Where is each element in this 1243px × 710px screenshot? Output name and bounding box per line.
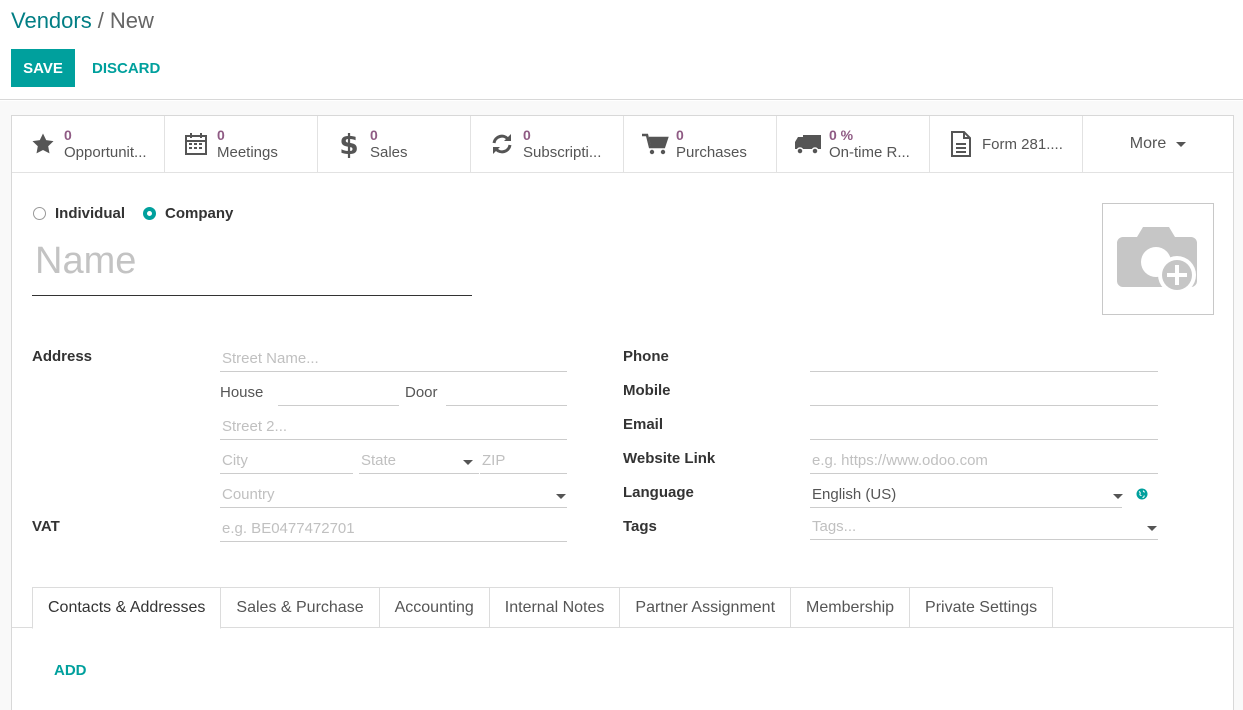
image-upload[interactable]	[1102, 203, 1214, 315]
city-input[interactable]: City	[220, 448, 353, 474]
sales-stat-button[interactable]: $ 0 Sales	[318, 116, 471, 172]
vat-label: VAT	[32, 518, 60, 535]
country-select[interactable]: Country	[220, 482, 567, 508]
more-dropdown-button[interactable]: More	[1083, 116, 1233, 172]
caret-down-icon	[1176, 141, 1187, 147]
stat-label: Purchases	[676, 144, 747, 161]
calendar-icon	[181, 131, 211, 157]
control-panel: Vendors / New SAVE DISCARD	[0, 0, 1243, 100]
stat-value: 0	[64, 127, 72, 143]
discard-button[interactable]: DISCARD	[84, 49, 168, 87]
meetings-stat-button[interactable]: 0 Meetings	[165, 116, 318, 172]
form-sheet: 0 Opportunit... 0 Meetings $ 0 Sales 0 S…	[11, 115, 1234, 710]
tags-label: Tags	[623, 518, 657, 535]
phone-label: Phone	[623, 348, 669, 365]
tab-internal-notes[interactable]: Internal Notes	[489, 587, 621, 628]
truck-icon	[793, 131, 823, 157]
dollar-icon: $	[334, 130, 364, 158]
door-label: Door	[405, 384, 438, 401]
company-type-selector: Individual Company	[33, 205, 251, 222]
email-label: Email	[623, 416, 664, 433]
mobile-label: Mobile	[623, 382, 671, 399]
language-label: Language	[623, 484, 694, 501]
on-time-rate-stat-button[interactable]: 0 % On-time R...	[777, 116, 930, 172]
stat-value: 0	[676, 127, 684, 143]
opportunities-stat-button[interactable]: 0 Opportunit...	[12, 116, 165, 172]
refresh-icon	[487, 131, 517, 157]
tab-sales-purchase[interactable]: Sales & Purchase	[221, 587, 380, 628]
tab-private-settings[interactable]: Private Settings	[910, 587, 1054, 628]
stat-value: 0	[370, 127, 378, 143]
breadcrumb-separator: /	[97, 8, 104, 33]
tab-membership[interactable]: Membership	[791, 587, 911, 628]
website-label: Website Link	[623, 450, 716, 467]
company-radio[interactable]	[143, 207, 157, 220]
stat-value: 0	[217, 127, 225, 143]
form-281-stat-button[interactable]: Form 281....	[930, 116, 1083, 172]
tags-input[interactable]: Tags...	[810, 514, 1158, 540]
mobile-input[interactable]	[810, 380, 1158, 406]
star-icon	[28, 131, 58, 157]
country-dropdown-icon	[556, 494, 566, 499]
purchases-stat-button[interactable]: 0 Purchases	[624, 116, 777, 172]
website-input[interactable]: e.g. https://www.odoo.com	[810, 448, 1158, 474]
company-label[interactable]: Company	[165, 205, 233, 222]
add-contact-button[interactable]: ADD	[54, 662, 87, 679]
language-dropdown-icon	[1113, 494, 1123, 499]
notebook-tabs: Contacts & Addresses Sales & Purchase Ac…	[32, 587, 1054, 629]
stat-value: 0 %	[829, 127, 854, 143]
state-select[interactable]: State	[359, 448, 479, 474]
save-button[interactable]: SAVE	[11, 49, 75, 87]
address-label: Address	[32, 348, 93, 365]
house-input[interactable]	[278, 380, 399, 406]
document-icon	[946, 131, 976, 157]
vat-input[interactable]: e.g. BE0477472701	[220, 516, 567, 542]
breadcrumb: Vendors / New	[11, 8, 154, 34]
stat-label: Subscripti...	[523, 144, 602, 161]
stat-label: Meetings	[217, 144, 278, 161]
globe-icon[interactable]	[1136, 488, 1148, 500]
state-dropdown-icon	[463, 460, 473, 465]
tab-contacts-addresses[interactable]: Contacts & Addresses	[32, 587, 222, 629]
breadcrumb-current: New	[109, 8, 154, 33]
more-label: More	[1129, 135, 1167, 152]
stat-label: On-time R...	[829, 144, 910, 161]
name-input[interactable]: Name	[32, 234, 472, 296]
tab-accounting[interactable]: Accounting	[379, 587, 490, 628]
svg-text:$: $	[339, 130, 358, 158]
stat-label: Opportunit...	[64, 144, 147, 161]
stat-value: 0	[523, 127, 531, 143]
phone-input[interactable]	[810, 346, 1158, 372]
individual-label[interactable]: Individual	[55, 205, 125, 222]
email-input[interactable]	[810, 414, 1158, 440]
door-input[interactable]	[446, 380, 567, 406]
smart-button-box: 0 Opportunit... 0 Meetings $ 0 Sales 0 S…	[12, 116, 1233, 173]
street2-input[interactable]: Street 2...	[220, 414, 567, 440]
individual-radio[interactable]	[33, 207, 46, 220]
house-label: House	[220, 384, 264, 401]
street-input[interactable]: Street Name...	[220, 346, 567, 372]
stat-label: Form 281....	[982, 135, 1063, 153]
tab-partner-assignment[interactable]: Partner Assignment	[620, 587, 792, 628]
subscriptions-stat-button[interactable]: 0 Subscripti...	[471, 116, 624, 172]
zip-input[interactable]: ZIP	[480, 448, 567, 474]
language-select[interactable]: English (US)	[810, 482, 1122, 508]
tags-dropdown-icon	[1147, 526, 1157, 531]
breadcrumb-vendors-link[interactable]: Vendors	[11, 8, 92, 33]
stat-label: Sales	[370, 144, 408, 161]
camera-add-icon	[1117, 227, 1197, 294]
cart-icon	[640, 131, 670, 157]
